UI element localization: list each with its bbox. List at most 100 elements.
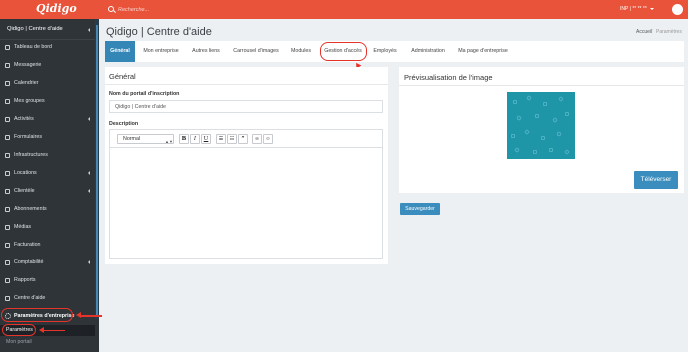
panel-heading: Général xyxy=(109,72,136,81)
sidebar-item-accounting[interactable]: Comptabilité xyxy=(0,256,95,268)
avatar[interactable] xyxy=(672,4,683,15)
chevron-down-icon[interactable] xyxy=(650,8,654,10)
description-label: Description xyxy=(109,121,139,127)
sidebar-item-label: Locations xyxy=(14,170,37,176)
invoice-icon xyxy=(5,243,10,248)
tab-administration[interactable]: Administration xyxy=(405,41,451,62)
app-logo[interactable]: Qidigo xyxy=(36,2,77,15)
users-icon xyxy=(5,189,10,194)
preview-image xyxy=(507,92,575,159)
sidebar-subitem-label: Mon portail xyxy=(6,339,32,345)
numbered-list-icon[interactable]: ☷ xyxy=(227,134,237,144)
format-select[interactable]: Normal ▲▼ xyxy=(117,134,174,144)
preview-heading: Prévisualisation de l'image xyxy=(404,73,493,82)
portal-name-input[interactable] xyxy=(109,100,383,113)
breadcrumb-separator: / xyxy=(651,29,653,35)
tab-company-page[interactable]: Ma page d'entreprise xyxy=(455,41,511,62)
chevron-left-icon xyxy=(88,171,90,175)
save-button[interactable]: Sauvegarder xyxy=(400,203,440,215)
underline-button[interactable]: U xyxy=(201,134,211,144)
annotation-arrow-line xyxy=(80,315,102,317)
unlink-icon[interactable]: ⊘ xyxy=(263,134,273,144)
bulleted-list-icon[interactable]: ☰ xyxy=(216,134,226,144)
sidebar-divider xyxy=(0,39,95,40)
editor-toolbar: Normal ▲▼ B I U ☰ ☷ ” ∞ ⊘ xyxy=(110,130,382,148)
bold-button[interactable]: B xyxy=(179,134,189,144)
italic-button[interactable]: I xyxy=(190,134,200,144)
page-title: Qidigo | Centre d'aide xyxy=(106,26,212,38)
folder-icon xyxy=(5,99,10,104)
sidebar-item-label: Centre d'aide xyxy=(14,295,46,301)
tab-general[interactable]: Général xyxy=(105,41,135,62)
tab-employees[interactable]: Employés xyxy=(369,41,401,62)
organization-name[interactable]: Qidigo | Centre d'aide xyxy=(7,26,63,32)
sidebar-item-label: Abonnements xyxy=(14,206,47,212)
annotation-arrow-line xyxy=(43,329,65,331)
calendar-icon xyxy=(5,81,10,86)
upload-button[interactable]: Téléverser xyxy=(634,171,678,189)
sidebar-item-messaging[interactable]: Messagerie xyxy=(0,59,95,71)
sidebar-item-reports[interactable]: Rapports xyxy=(0,274,95,286)
tab-modules[interactable]: Modules xyxy=(287,41,315,62)
user-name[interactable]: INP | ** ** ** xyxy=(620,6,647,12)
panel-divider xyxy=(105,84,388,85)
annotation-arrow-head xyxy=(39,326,44,333)
chevron-left-icon xyxy=(88,260,90,264)
breadcrumb-current: Paramètres xyxy=(656,29,682,35)
image-icon xyxy=(5,225,10,230)
chart-icon xyxy=(5,278,10,283)
tab-other-links[interactable]: Autres liens xyxy=(187,41,225,62)
sidebar-item-label: Calendrier xyxy=(14,80,39,86)
sidebar-item-infrastructures[interactable]: Infrastructures xyxy=(0,149,95,161)
sidebar-item-label: Clientèle xyxy=(14,188,35,194)
sidebar-item-billing[interactable]: Facturation xyxy=(0,239,95,251)
sidebar-item-help-center[interactable]: Centre d'aide xyxy=(0,292,95,304)
sidebar: Qidigo | Centre d'aide Tableau de bord M… xyxy=(0,19,99,352)
quote-button[interactable]: ” xyxy=(238,134,248,144)
sidebar-subitem-my-portal[interactable]: Mon portail xyxy=(0,337,95,348)
help-icon xyxy=(5,296,10,301)
sidebar-item-groups[interactable]: Mes groupes xyxy=(0,95,95,107)
general-panel: Général Nom du portail d'inscription Des… xyxy=(105,67,388,264)
sidebar-item-forms[interactable]: Formulaires xyxy=(0,131,95,143)
chevron-left-icon xyxy=(88,189,90,193)
search-input[interactable] xyxy=(118,4,318,15)
description-editor[interactable]: Normal ▲▼ B I U ☰ ☷ ” ∞ ⊘ xyxy=(109,129,383,259)
sidebar-item-activities[interactable]: Activités xyxy=(0,113,95,125)
annotation-circle-settings xyxy=(2,324,36,336)
tab-my-company[interactable]: Mon entreprise xyxy=(137,41,185,62)
sidebar-item-calendar[interactable]: Calendrier xyxy=(0,77,95,89)
gear-icon xyxy=(5,117,10,122)
sidebar-item-label: Infrastructures xyxy=(14,152,48,158)
panel-divider xyxy=(399,85,684,86)
chevron-left-icon xyxy=(88,117,90,121)
image-preview-panel: Prévisualisation de l'image Téléverser xyxy=(399,67,684,193)
portal-name-label: Nom du portail d'inscription xyxy=(109,91,180,97)
sidebar-item-subscriptions[interactable]: Abonnements xyxy=(0,203,95,215)
sidebar-item-locations[interactable]: Locations xyxy=(0,167,95,179)
link-icon[interactable]: ∞ xyxy=(252,134,262,144)
envelope-icon xyxy=(5,63,10,68)
chevron-left-icon[interactable] xyxy=(88,28,90,32)
sidebar-item-media[interactable]: Médias xyxy=(0,221,95,233)
scrollbar-thumb[interactable] xyxy=(96,25,98,315)
breadcrumb-home[interactable]: Accueil xyxy=(636,29,652,35)
sidebar-item-label: Facturation xyxy=(14,242,41,248)
building-icon xyxy=(5,153,10,158)
sidebar-item-label: Activités xyxy=(14,116,34,122)
format-select-value: Normal xyxy=(123,136,141,142)
sidebar-item-label: Rapports xyxy=(14,277,36,283)
sidebar-item-dashboard[interactable]: Tableau de bord xyxy=(0,41,95,53)
chevron-down-icon: ▲▼ xyxy=(165,139,173,144)
sidebar-item-label: Comptabilité xyxy=(14,259,44,265)
sidebar-item-label: Tableau de bord xyxy=(14,44,52,50)
sidebar-item-label: Mes groupes xyxy=(14,98,45,104)
sidebar-item-label: Médias xyxy=(14,224,32,230)
annotation-circle-access-tab xyxy=(320,42,367,61)
annotation-circle-company-settings xyxy=(1,308,73,322)
tab-image-carousel[interactable]: Carrousel d'images xyxy=(227,41,285,62)
speedometer-icon xyxy=(5,45,10,50)
sidebar-item-clients[interactable]: Clientèle xyxy=(0,185,95,197)
top-bar: Qidigo INP | ** ** ** xyxy=(0,0,688,19)
sidebar-item-label: Messagerie xyxy=(14,62,42,68)
